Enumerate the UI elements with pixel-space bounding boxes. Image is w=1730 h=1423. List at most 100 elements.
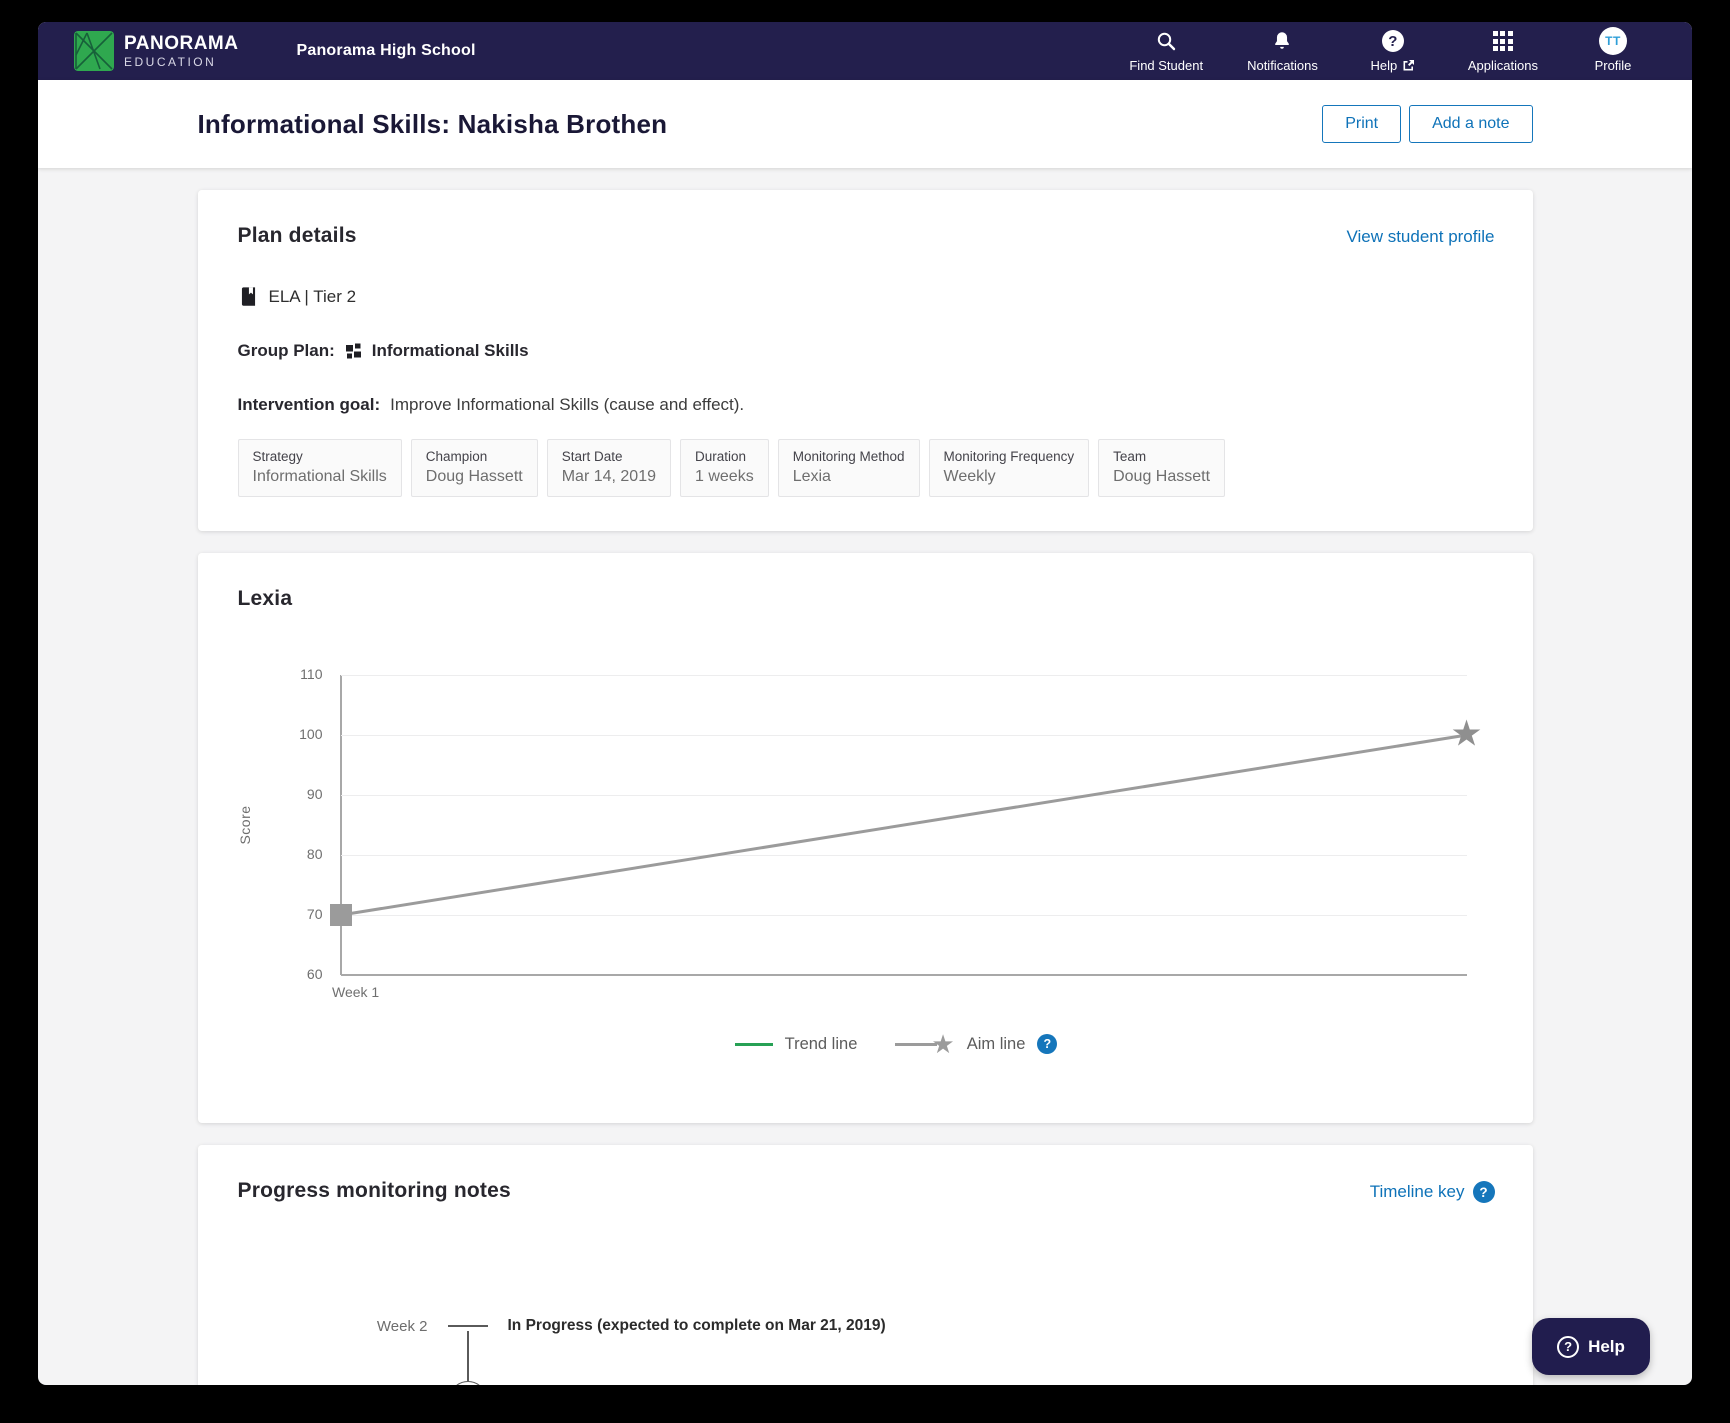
field-label: Start Date <box>562 449 656 464</box>
nav-label: Help <box>1371 58 1416 73</box>
plan-fields-row: Strategy Informational Skills Champion D… <box>238 439 1495 497</box>
field-value: Mar 14, 2019 <box>562 468 656 486</box>
school-name: Panorama High School <box>296 42 475 60</box>
avatar-initials: TT <box>1599 27 1627 55</box>
field-champion: Champion Doug Hassett <box>411 439 538 497</box>
intervention-goal-row: Intervention goal: Improve Informational… <box>238 395 1495 415</box>
field-strategy: Strategy Informational Skills <box>238 439 402 497</box>
nav-item-notifications[interactable]: Notifications <box>1247 29 1318 73</box>
field-label: Team <box>1113 449 1210 464</box>
legend-aim-line: ★ Aim line ? <box>895 1031 1057 1057</box>
field-label: Champion <box>426 449 523 464</box>
y-tick-label: 100 <box>279 726 323 742</box>
field-value: Informational Skills <box>253 468 387 486</box>
chart-heading: Lexia <box>238 587 1495 611</box>
y-tick-label: 90 <box>279 786 323 802</box>
top-navbar: PANORAMA EDUCATION Panorama High School … <box>38 22 1692 80</box>
subject-tier-row: ELA | Tier 2 <box>238 286 1495 307</box>
chart-legend: Trend line ★ Aim line ? <box>298 1031 1495 1057</box>
group-plan-row: Group Plan: Informational Skills <box>238 341 1495 361</box>
field-value: Doug Hassett <box>1113 468 1210 486</box>
brand-text: PANORAMA EDUCATION <box>124 34 238 68</box>
timeline-status-text: In Progress (expected to complete on Mar… <box>508 1317 886 1335</box>
avatar: TT <box>1599 29 1627 53</box>
aim-goal-marker[interactable]: ★ <box>1450 716 1482 752</box>
panorama-logo-icon <box>74 31 114 71</box>
timeline-entry-week2: Week 2 In Progress (expected to complete… <box>238 1317 1495 1335</box>
nav-label: Profile <box>1595 58 1632 73</box>
field-value: Lexia <box>793 468 905 486</box>
nav-menu: Find Student Notifications ? Help <box>1129 29 1644 73</box>
goal-value: Improve Informational Skills (cause and … <box>390 395 744 415</box>
plan-details-heading: Plan details <box>238 224 357 248</box>
nav-item-applications[interactable]: Applications <box>1468 29 1538 73</box>
group-plan-value[interactable]: Informational Skills <box>372 341 529 361</box>
help-widget-label: Help <box>1588 1337 1625 1357</box>
aim-line-help-icon[interactable]: ? <box>1037 1034 1057 1054</box>
chart-plot: Score 60708090100110★Week 1 <box>341 675 1467 975</box>
lexia-chart-card: Lexia Score 60708090100110★Week 1 Trend … <box>198 553 1533 1123</box>
timeline-key-help-icon[interactable]: ? <box>1473 1181 1495 1203</box>
nav-label: Notifications <box>1247 58 1318 73</box>
field-value: Doug Hassett <box>426 468 523 486</box>
y-tick-label: 110 <box>279 666 323 682</box>
timeline-tick <box>428 1325 508 1327</box>
nav-label-text: Help <box>1371 58 1398 73</box>
nav-label: Applications <box>1468 58 1538 73</box>
help-ring-icon: ? <box>1557 1336 1579 1358</box>
help-widget-button[interactable]: ? Help <box>1532 1318 1650 1375</box>
nav-item-find-student[interactable]: Find Student <box>1129 29 1203 73</box>
field-monitoring-method: Monitoring Method Lexia <box>778 439 920 497</box>
bell-icon <box>1271 29 1293 53</box>
field-value: Weekly <box>944 468 1075 486</box>
nav-item-help[interactable]: ? Help <box>1362 29 1424 73</box>
panorama-logo[interactable]: PANORAMA EDUCATION <box>74 31 238 71</box>
field-start-date: Start Date Mar 14, 2019 <box>547 439 671 497</box>
page-title: Informational Skills: Nakisha Brothen <box>198 109 668 140</box>
nav-label: Find Student <box>1129 58 1203 73</box>
timeline-week-label: Week 2 <box>238 1318 428 1335</box>
field-value: 1 weeks <box>695 468 754 486</box>
book-icon <box>238 286 259 307</box>
field-duration: Duration 1 weeks <box>680 439 769 497</box>
trend-line-swatch <box>735 1043 773 1046</box>
brand-subname: EDUCATION <box>124 56 238 68</box>
print-button[interactable]: Print <box>1322 105 1401 143</box>
plan-details-card: Plan details View student profile ELA | … <box>198 190 1533 531</box>
search-icon <box>1155 29 1177 53</box>
legend-trend-line: Trend line <box>735 1035 858 1054</box>
add-note-button[interactable]: Add a note <box>1409 105 1532 143</box>
timeline-key-link[interactable]: Timeline key <box>1370 1182 1465 1202</box>
score-circle: 70 <box>449 1381 487 1385</box>
group-plan-icon <box>345 343 362 360</box>
page-header: Informational Skills: Nakisha Brothen Pr… <box>38 80 1692 168</box>
y-tick-label: 80 <box>279 846 323 862</box>
field-label: Strategy <box>253 449 387 464</box>
group-plan-label: Group Plan: <box>238 341 335 361</box>
aim-line-swatch: ★ <box>895 1031 954 1057</box>
timeline-entry-plan-created: Plan created 70 Intervention goal: Impro… <box>238 1381 1495 1385</box>
y-axis-title: Score <box>237 805 253 844</box>
star-icon: ★ <box>931 1031 954 1057</box>
aim-line <box>341 675 1467 975</box>
field-monitoring-frequency: Monitoring Frequency Weekly <box>929 439 1090 497</box>
help-circle-icon: ? <box>1382 29 1404 53</box>
timeline: Week 2 In Progress (expected to complete… <box>238 1259 1495 1385</box>
notes-heading: Progress monitoring notes <box>238 1179 511 1203</box>
external-link-icon <box>1402 59 1415 72</box>
grid-icon <box>1493 29 1513 53</box>
app-window: PANORAMA EDUCATION Panorama High School … <box>38 22 1692 1385</box>
brand-name: PANORAMA <box>124 34 238 53</box>
aim-start-marker[interactable] <box>330 904 352 926</box>
nav-item-profile[interactable]: TT Profile <box>1582 29 1644 73</box>
field-label: Monitoring Frequency <box>944 449 1075 464</box>
progress-notes-card: Progress monitoring notes Timeline key ?… <box>198 1145 1533 1385</box>
score-node: 70 <box>428 1381 508 1385</box>
legend-label: Trend line <box>785 1035 858 1054</box>
view-student-profile-link[interactable]: View student profile <box>1346 227 1494 247</box>
field-label: Duration <box>695 449 754 464</box>
timeline-connector-line <box>467 1331 469 1381</box>
field-team: Team Doug Hassett <box>1098 439 1225 497</box>
goal-label: Intervention goal: <box>238 395 381 415</box>
x-tick-label: Week 1 <box>332 984 379 1000</box>
